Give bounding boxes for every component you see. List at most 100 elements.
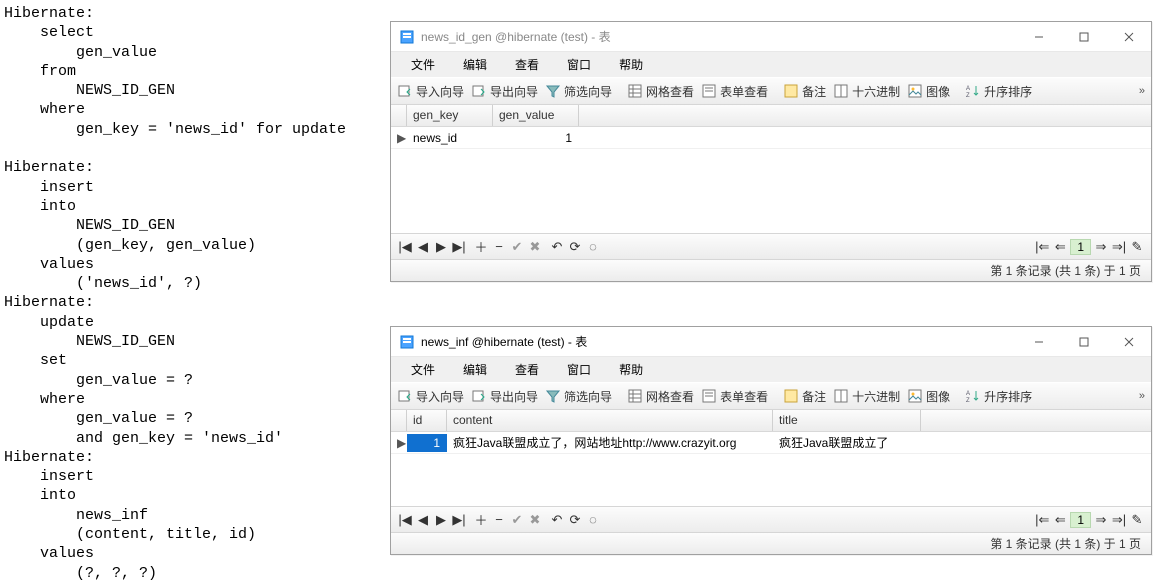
- filter-wizard-button[interactable]: 筛选向导: [543, 386, 617, 407]
- maximize-button[interactable]: [1061, 328, 1106, 356]
- label: 网格查看: [646, 388, 694, 405]
- minimize-button[interactable]: [1016, 23, 1061, 51]
- form-view-button[interactable]: 表单查看: [699, 81, 773, 102]
- label: 升序排序: [984, 83, 1032, 100]
- prev-page-button[interactable]: ⇐: [1052, 239, 1068, 255]
- cell-content[interactable]: 疯狂Java联盟成立了，网站地址http://www.crazyit.org: [447, 432, 773, 453]
- minimize-button[interactable]: [1016, 328, 1061, 356]
- settings-icon[interactable]: ✎: [1129, 239, 1145, 255]
- titlebar[interactable]: news_id_gen @hibernate (test) - 表: [391, 22, 1151, 52]
- col-gen-key[interactable]: gen_key: [407, 105, 493, 126]
- menu-view[interactable]: 查看: [501, 358, 553, 381]
- prev-record-button[interactable]: ◀: [415, 512, 431, 528]
- col-gen-value[interactable]: gen_value: [493, 105, 579, 126]
- image-button[interactable]: 图像: [905, 81, 955, 102]
- cell-gen-key[interactable]: news_id: [407, 129, 493, 147]
- svg-text:A: A: [966, 391, 970, 397]
- export-wizard-button[interactable]: 导出向导: [469, 81, 543, 102]
- menu-file[interactable]: 文件: [397, 53, 449, 76]
- cancel-edit-button[interactable]: ✖: [527, 239, 543, 255]
- import-wizard-button[interactable]: 导入向导: [395, 81, 469, 102]
- next-page-button[interactable]: ⇒: [1093, 239, 1109, 255]
- menu-file[interactable]: 文件: [397, 358, 449, 381]
- col-content[interactable]: content: [447, 410, 773, 431]
- last-page-button[interactable]: ⇒|: [1111, 239, 1127, 255]
- import-icon: [397, 388, 413, 404]
- stop-button[interactable]: ◌: [585, 239, 601, 255]
- commit-button[interactable]: ✔: [509, 239, 525, 255]
- image-button[interactable]: 图像: [905, 386, 955, 407]
- memo-button[interactable]: 备注: [781, 386, 831, 407]
- prev-record-button[interactable]: ◀: [415, 239, 431, 255]
- cancel-edit-button[interactable]: ✖: [527, 512, 543, 528]
- last-record-button[interactable]: ▶|: [451, 239, 467, 255]
- last-record-button[interactable]: ▶|: [451, 512, 467, 528]
- import-wizard-button[interactable]: 导入向导: [395, 386, 469, 407]
- menu-window[interactable]: 窗口: [553, 358, 605, 381]
- label: 十六进制: [852, 388, 900, 405]
- menu-help[interactable]: 帮助: [605, 53, 657, 76]
- cell-id[interactable]: 1: [407, 434, 447, 452]
- refresh-button[interactable]: ⟳: [567, 512, 583, 528]
- toolbar-overflow-icon[interactable]: »: [1139, 85, 1145, 97]
- delete-record-button[interactable]: −: [491, 512, 507, 528]
- hex-button[interactable]: 十六进制: [831, 81, 905, 102]
- settings-icon[interactable]: ✎: [1129, 512, 1145, 528]
- status-text: 第 1 条记录 (共 1 条) 于 1 页: [990, 535, 1141, 552]
- grid-view-button[interactable]: 网格查看: [625, 386, 699, 407]
- label: 十六进制: [852, 83, 900, 100]
- grid-view-button[interactable]: 网格查看: [625, 81, 699, 102]
- data-grid[interactable]: id content title ▶ 1 疯狂Java联盟成立了，网站地址htt…: [391, 410, 1151, 506]
- sort-asc-button[interactable]: AZ升序排序: [963, 81, 1037, 102]
- menu-view[interactable]: 查看: [501, 53, 553, 76]
- data-grid[interactable]: gen_key gen_value ▶ news_id 1: [391, 105, 1151, 233]
- code-output: Hibernate: select gen_value from NEWS_ID…: [4, 4, 384, 583]
- next-page-button[interactable]: ⇒: [1093, 512, 1109, 528]
- memo-button[interactable]: 备注: [781, 81, 831, 102]
- maximize-button[interactable]: [1061, 23, 1106, 51]
- titlebar[interactable]: news_inf @hibernate (test) - 表: [391, 327, 1151, 357]
- col-title[interactable]: title: [773, 410, 921, 431]
- hex-button[interactable]: 十六进制: [831, 386, 905, 407]
- close-button[interactable]: [1106, 23, 1151, 51]
- menu-edit[interactable]: 编辑: [449, 358, 501, 381]
- add-record-button[interactable]: ＋: [473, 512, 489, 528]
- commit-button[interactable]: ✔: [509, 512, 525, 528]
- delete-record-button[interactable]: −: [491, 239, 507, 255]
- stop-button[interactable]: ◌: [585, 512, 601, 528]
- table-row[interactable]: ▶ 1 疯狂Java联盟成立了，网站地址http://www.crazyit.o…: [391, 432, 1151, 454]
- first-page-button[interactable]: |⇐: [1034, 512, 1050, 528]
- cell-title[interactable]: 疯狂Java联盟成立了: [773, 432, 921, 453]
- export-wizard-button[interactable]: 导出向导: [469, 386, 543, 407]
- cell-gen-value[interactable]: 1: [493, 129, 579, 147]
- memo-icon: [783, 83, 799, 99]
- status-text: 第 1 条记录 (共 1 条) 于 1 页: [990, 262, 1141, 279]
- first-page-button[interactable]: |⇐: [1034, 239, 1050, 255]
- table-row[interactable]: ▶ news_id 1: [391, 127, 1151, 149]
- menu-edit[interactable]: 编辑: [449, 53, 501, 76]
- refresh-button[interactable]: ⟳: [567, 239, 583, 255]
- hex-icon: [833, 83, 849, 99]
- row-indicator-icon: ▶: [391, 129, 407, 147]
- sort-asc-button[interactable]: AZ升序排序: [963, 386, 1037, 407]
- image-icon: [907, 388, 923, 404]
- app-icon: [399, 29, 415, 45]
- play-button[interactable]: ▶: [433, 512, 449, 528]
- menu-help[interactable]: 帮助: [605, 358, 657, 381]
- close-button[interactable]: [1106, 328, 1151, 356]
- col-id[interactable]: id: [407, 410, 447, 431]
- first-record-button[interactable]: |◀: [397, 239, 413, 255]
- undo-button[interactable]: ↶: [549, 512, 565, 528]
- undo-button[interactable]: ↶: [549, 239, 565, 255]
- filter-wizard-button[interactable]: 筛选向导: [543, 81, 617, 102]
- last-page-button[interactable]: ⇒|: [1111, 512, 1127, 528]
- prev-page-button[interactable]: ⇐: [1052, 512, 1068, 528]
- page-number[interactable]: 1: [1070, 512, 1091, 528]
- first-record-button[interactable]: |◀: [397, 512, 413, 528]
- play-button[interactable]: ▶: [433, 239, 449, 255]
- page-number[interactable]: 1: [1070, 239, 1091, 255]
- form-view-button[interactable]: 表单查看: [699, 386, 773, 407]
- menu-window[interactable]: 窗口: [553, 53, 605, 76]
- toolbar-overflow-icon[interactable]: »: [1139, 390, 1145, 402]
- add-record-button[interactable]: ＋: [473, 239, 489, 255]
